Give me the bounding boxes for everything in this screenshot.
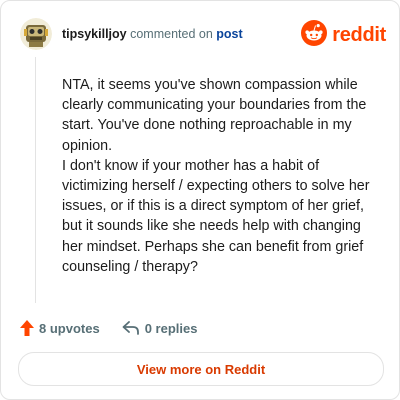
reddit-logo[interactable]: reddit — [301, 19, 386, 51]
reddit-snoo-icon — [301, 19, 328, 51]
reply-count: 0 replies — [144, 320, 198, 336]
byline: tipsykilljoy commented on post — [62, 27, 243, 41]
replies-button[interactable]: 0 replies — [122, 320, 198, 336]
upvote-count: 8 upvotes — [39, 320, 100, 336]
embed-card: tipsykilljoy commented on post reddit NT… — [0, 0, 400, 400]
avatar[interactable] — [20, 18, 52, 50]
upvote-button[interactable]: 8 upvotes — [20, 320, 100, 336]
username-link[interactable]: tipsykilljoy — [62, 27, 127, 41]
view-more-button[interactable]: View more on Reddit — [18, 352, 384, 386]
comment-actions: 8 upvotes 0 replies — [20, 318, 197, 338]
thread-line — [35, 57, 36, 303]
upvote-arrow-icon — [20, 320, 34, 336]
comment-paragraph-2: I don't know if your mother has a habit … — [62, 157, 370, 275]
comment-paragraph-1: NTA, it seems you've shown compassion wh… — [62, 77, 367, 154]
post-link[interactable]: post — [216, 27, 242, 41]
comment-header: tipsykilljoy commented on post reddit — [20, 18, 386, 50]
action-text: commented on — [130, 27, 213, 41]
reddit-wordmark: reddit — [332, 23, 386, 46]
comment-body: NTA, it seems you've shown compassion wh… — [62, 75, 382, 277]
reply-arrow-icon — [122, 321, 140, 335]
